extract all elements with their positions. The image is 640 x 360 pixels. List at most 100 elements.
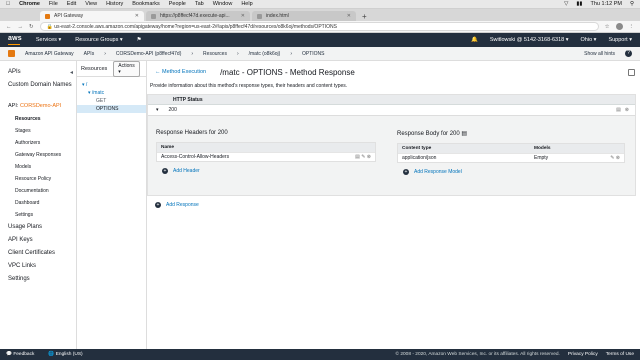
resources-title: Resources [81,65,108,72]
close-tab-icon[interactable]: ✕ [347,13,351,19]
menu-bookmarks[interactable]: Bookmarks [132,1,160,7]
tree-get[interactable]: GET [82,97,146,105]
reload-icon[interactable]: ↻ [29,24,34,30]
profile-avatar[interactable] [615,23,623,30]
menu-window[interactable]: Window [213,1,233,7]
aws-nav-right: 🔔 Switlowski @ 5142-3168-6318 ▾ Ohio ▾ S… [471,37,632,43]
resource-tree: ▾ / ▾ /matc GET OPTIONS [77,77,146,113]
menu-app[interactable]: Chrome [19,1,40,7]
more-icon[interactable]: ⋮ [629,24,635,30]
doc-icon[interactable]: ▤ [461,131,467,137]
tab-index-html[interactable]: index.html ✕ [252,11,356,21]
show-hints-link[interactable]: Show all hints [584,51,615,57]
feedback-link[interactable]: 💬 Feedback [6,352,34,357]
tree-root[interactable]: ▾ / [82,81,146,89]
sidebar-item-usage-plans[interactable]: Usage Plans [8,221,76,234]
actions-button[interactable]: Actions ▾ [113,60,140,77]
language-selector[interactable]: 🌐 English (US) [48,352,82,357]
battery-icon[interactable]: ▮▮ [576,1,582,7]
sidebar-item-gateway-responses[interactable]: Gateway Responses [8,149,76,161]
crumb-resources[interactable]: Resources [203,51,227,57]
edit-icon[interactable]: ✎ [361,154,365,160]
aws-logo[interactable]: aws [8,35,22,45]
support-menu[interactable]: Support ▾ [608,37,632,43]
menu-people[interactable]: People [169,1,186,7]
plus-icon: + [403,169,409,175]
tree-options[interactable]: OPTIONS [77,105,146,113]
terms-of-use-link[interactable]: Terms of Use [606,352,634,357]
plus-icon: + [155,202,161,208]
add-response-model-label: Add Response Model [414,169,462,175]
star-icon[interactable]: ☆ [605,24,610,30]
status-row[interactable]: ▾ 200 ▤ ⊗ [148,105,635,116]
close-tab-icon[interactable]: ✕ [135,13,139,19]
tree-matc[interactable]: ▾ /matc [82,89,146,97]
collapse-sidebar-icon[interactable]: ◂ [70,69,73,76]
tab-execute-api[interactable]: https://p8ffecf47d.execute-api... ✕ [146,11,250,21]
forward-icon[interactable]: → [18,24,24,30]
main-content: ← Method Execution /matc - OPTIONS - Met… [147,61,640,349]
crumb-apis[interactable]: APIs [84,51,95,57]
doc-icon[interactable]: ▤ [616,107,621,113]
doc-icon[interactable]: ▤ [355,154,360,160]
method-execution-link[interactable]: ← Method Execution [155,69,206,75]
add-response-model-button[interactable]: + Add Response Model [397,169,625,175]
pin-icon[interactable]: ⚑ [137,37,142,43]
service-name[interactable]: Amazon API Gateway [25,51,74,57]
sidebar-item-resources[interactable]: Resources [8,113,76,125]
menu-help[interactable]: Help [241,1,252,7]
response-headers-title: Response Headers for 200 [156,130,228,136]
sidebar-item-apis[interactable]: APIs [8,66,76,79]
feedback-label: Feedback [13,352,35,357]
sidebar-item-api-keys[interactable]: API Keys [8,234,76,247]
menu-history[interactable]: History [106,1,123,7]
services-menu[interactable]: Services ▾ [36,37,61,43]
clock[interactable]: Thu 1:12 PM [590,1,622,7]
sidebar-item-authorizers[interactable]: Authorizers [8,137,76,149]
sidebar-item-client-certificates[interactable]: Client Certificates [8,247,76,260]
menu-edit[interactable]: Edit [67,1,76,7]
sidebar-item-settings[interactable]: Settings [8,273,76,286]
menu-tab[interactable]: Tab [195,1,204,7]
search-icon[interactable]: ⚲ [630,1,634,7]
sidebar-item-documentation[interactable]: Documentation [8,185,76,197]
crumb-api[interactable]: CORSDemo-API (p8ffecf47d) [116,51,182,57]
remove-icon[interactable]: ⊗ [367,154,371,160]
apple-icon[interactable]:  [6,1,10,7]
menu-view[interactable]: View [85,1,97,7]
remove-icon[interactable]: ⊗ [625,107,629,113]
sidebar-item-dashboard[interactable]: Dashboard [8,197,76,209]
wifi-icon[interactable]: ▽ [564,1,568,7]
region-menu[interactable]: Ohio ▾ [581,37,597,43]
remove-icon[interactable]: ⊗ [616,155,620,161]
tree-root-label: / [85,82,88,88]
tab-api-gateway[interactable]: API Gateway ✕ [40,11,144,21]
table-row[interactable]: application/json Empty ✎ ⊗ [398,153,624,162]
resource-groups-menu[interactable]: Resource Groups ▾ [75,37,122,43]
sidebar-item-stages[interactable]: Stages [8,125,76,137]
edit-icon[interactable]: ✎ [610,155,614,161]
menu-file[interactable]: File [49,1,58,7]
back-icon[interactable]: ← [6,24,12,30]
help-icon[interactable]: ? [625,50,632,57]
close-tab-icon[interactable]: ✕ [241,13,245,19]
sidebar-item-custom-domain-names[interactable]: Custom Domain Names [8,79,76,92]
documentation-icon[interactable] [628,68,635,76]
table-row[interactable]: Access-Control-Allow-Headers ▤ ✎ ⊗ [157,152,375,161]
bell-icon[interactable]: 🔔 [471,37,478,43]
services-label: Services [35,37,57,43]
crumb-path[interactable]: /matc (o8k6oj) [249,51,281,57]
account-menu[interactable]: Switlowski @ 5142-3168-6318 ▾ [490,37,569,43]
sidebar-item-models[interactable]: Models [8,161,76,173]
sidebar-item-resource-policy[interactable]: Resource Policy [8,173,76,185]
api-name[interactable]: CORSDemo-API [20,103,61,109]
sidebar-item-vpc-links[interactable]: VPC Links [8,260,76,273]
sidebar-item-api-settings[interactable]: Settings [8,209,76,221]
url-field[interactable]: 🔒 us-east-2.console.aws.amazon.com/apiga… [39,22,599,31]
privacy-policy-link[interactable]: Privacy Policy [568,352,598,357]
breadcrumb: Amazon API Gateway APIs › CORSDemo-API (… [0,47,640,61]
collapse-icon[interactable]: ▾ [156,107,159,113]
add-header-button[interactable]: + Add Header [156,168,376,174]
new-tab-button[interactable]: + [358,11,371,21]
add-response-button[interactable]: + Add Response [155,202,199,208]
